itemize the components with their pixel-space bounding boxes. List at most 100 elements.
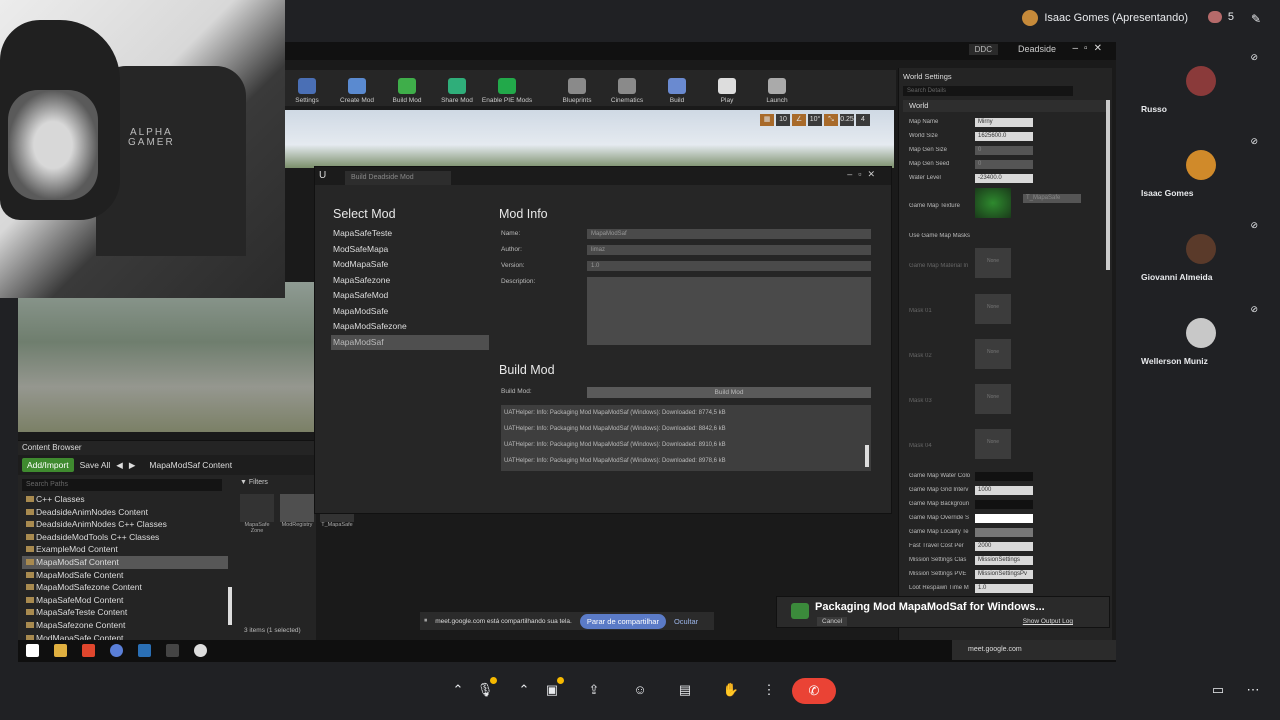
- mod-list-item[interactable]: MapaSafeMod: [331, 288, 489, 304]
- name-field[interactable]: MapaModSaf: [587, 229, 871, 239]
- folder-item[interactable]: MapaSafezone Content: [22, 619, 228, 632]
- filters-button[interactable]: ▼ Filters: [240, 479, 316, 486]
- folder-item[interactable]: MapaModSafezone Content: [22, 581, 228, 594]
- mod-list-item[interactable]: MapaModSafe: [331, 304, 489, 320]
- chrome-tab-popup[interactable]: meet.google.com: [952, 640, 1116, 660]
- file-explorer-icon[interactable]: [54, 644, 67, 657]
- folder-item[interactable]: MapaSafeMod Content: [22, 594, 228, 607]
- mod-list-item[interactable]: MapaModSaf: [331, 334, 489, 350]
- mod-list-item[interactable]: MapaSafeTeste: [331, 226, 489, 242]
- mod-list-item[interactable]: ModMapaSafe: [331, 257, 489, 273]
- asset-tile[interactable]: ModRegistry: [280, 494, 314, 534]
- brave-browser-icon[interactable]: [82, 644, 95, 657]
- ws-property-value[interactable]: 1625600.0: [975, 131, 1033, 141]
- toolbar-share-mod-button[interactable]: Share Mod: [434, 70, 480, 106]
- world-settings-tab[interactable]: World Settings: [903, 72, 952, 81]
- version-field[interactable]: 1.0: [587, 261, 871, 271]
- camera-speed-value[interactable]: 4: [856, 114, 870, 126]
- save-all-button[interactable]: Save All: [80, 460, 111, 470]
- ws-property-value[interactable]: [975, 499, 1033, 509]
- folder-item[interactable]: MapaSafeTeste Content: [22, 606, 228, 619]
- grid-value[interactable]: 10: [776, 114, 790, 126]
- stop-sharing-button[interactable]: Parar de compartilhar: [579, 613, 666, 629]
- emoji-icon[interactable]: ☺: [628, 678, 652, 702]
- path-search-input[interactable]: Search Paths: [22, 479, 222, 491]
- ws-property-value[interactable]: -23400.0: [975, 173, 1033, 183]
- toolbar-launch-button[interactable]: Launch: [754, 70, 800, 106]
- add-import-button[interactable]: Add/Import: [22, 458, 74, 472]
- chrome-icon[interactable]: [110, 644, 123, 657]
- scale-value[interactable]: 0.25: [840, 114, 854, 126]
- ddc-indicator[interactable]: DDC: [968, 44, 998, 55]
- angle-value[interactable]: 10°: [808, 114, 822, 126]
- camera-options-icon[interactable]: ⌃: [512, 678, 536, 702]
- grid-snap-icon[interactable]: ▦: [760, 114, 774, 126]
- windows-start-icon[interactable]: [26, 644, 39, 657]
- camera-icon[interactable]: ▣: [540, 677, 564, 702]
- ws-texture-value[interactable]: T_MapaSafe: [1023, 193, 1081, 203]
- participant-count[interactable]: 5: [1207, 11, 1234, 23]
- toolbar-settings-button[interactable]: Settings: [284, 70, 330, 106]
- scale-snap-icon[interactable]: ⤡: [824, 114, 838, 126]
- participant-tile[interactable]: Giovanni Almeida ⊘: [1130, 216, 1270, 296]
- project-tab[interactable]: Deadside: [1018, 44, 1056, 54]
- apps-grid-icon[interactable]: ⋯: [1241, 678, 1265, 702]
- log-scrollbar[interactable]: [865, 445, 869, 467]
- show-output-log-link[interactable]: Show Output Log: [1023, 618, 1073, 625]
- details-search-input[interactable]: Search Details: [903, 86, 1073, 96]
- participant-tile[interactable]: Russo ⊘: [1130, 48, 1270, 128]
- mod-list-item[interactable]: MapaModSafezone: [331, 319, 489, 335]
- toolbar-blueprints-button[interactable]: Blueprints: [554, 70, 600, 106]
- ws-property-value[interactable]: [975, 513, 1033, 523]
- folder-item[interactable]: DeadsideAnimNodes Content: [22, 506, 228, 519]
- mod-list-item[interactable]: ModSafeMapa: [331, 242, 489, 258]
- presenter-chip[interactable]: Isaac Gomes (Apresentando): [1022, 10, 1188, 26]
- ws-property-value[interactable]: [975, 471, 1033, 481]
- folder-item[interactable]: MapaModSaf Content: [22, 555, 228, 569]
- forward-icon[interactable]: ▶: [129, 460, 136, 471]
- toolbar-create-mod-button[interactable]: Create Mod: [334, 70, 380, 106]
- mod-list-item[interactable]: MapaSafezone: [331, 273, 489, 289]
- raise-hand-icon[interactable]: ✋: [719, 678, 743, 702]
- build-mod-button[interactable]: Build Mod: [587, 387, 871, 398]
- present-screen-icon[interactable]: ⇪: [582, 678, 606, 702]
- folder-item[interactable]: ExampleMod Content: [22, 543, 228, 556]
- ws-property-value[interactable]: 0: [975, 159, 1033, 169]
- current-path[interactable]: MapaModSaf Content: [149, 460, 232, 470]
- ws-property-value[interactable]: MissionSettingsPv: [975, 569, 1033, 579]
- dialog-tab[interactable]: Build Deadside Mod: [345, 171, 451, 185]
- toolbar-build-mod-button[interactable]: Build Mod: [384, 70, 430, 106]
- end-call-button[interactable]: ✆: [792, 678, 836, 704]
- hide-notice-link[interactable]: Ocultar: [674, 617, 698, 626]
- dialog-window-controls[interactable]: –▫✕: [847, 169, 881, 180]
- toolbar-build-button[interactable]: Build: [654, 70, 700, 106]
- back-icon[interactable]: ◀: [116, 460, 123, 471]
- ws-property-value[interactable]: 0: [975, 145, 1033, 155]
- author-field[interactable]: limaz: [587, 245, 871, 255]
- participant-tile[interactable]: Isaac Gomes ⊘: [1130, 132, 1270, 212]
- folder-item[interactable]: DeadsideModTools C++ Classes: [22, 531, 228, 544]
- ws-property-value[interactable]: Mirny: [975, 117, 1033, 127]
- chat-icon[interactable]: ▭: [1206, 678, 1230, 702]
- ws-property-value[interactable]: 1000: [975, 485, 1033, 495]
- window-controls[interactable]: –▫✕: [1073, 43, 1109, 54]
- folder-item[interactable]: C++ Classes: [22, 493, 228, 506]
- ws-property-value[interactable]: 2000: [975, 541, 1033, 551]
- mic-options-icon[interactable]: ⌃: [446, 678, 470, 702]
- toolbar-play-button[interactable]: Play: [704, 70, 750, 106]
- map-texture-thumbnail[interactable]: [975, 188, 1011, 218]
- participant-tile[interactable]: Wellerson Muniz ⊘: [1130, 300, 1270, 380]
- terminal-icon[interactable]: [166, 644, 179, 657]
- captions-icon[interactable]: ▤: [673, 678, 697, 702]
- folder-item[interactable]: MapaModSafe Content: [22, 569, 228, 582]
- angle-snap-icon[interactable]: ∠: [792, 114, 806, 126]
- content-browser-tab[interactable]: Content Browser: [22, 443, 82, 452]
- pen-icon[interactable]: ✎: [1248, 11, 1264, 27]
- unreal-editor-icon[interactable]: [194, 644, 207, 657]
- tree-scrollbar[interactable]: [228, 587, 232, 625]
- toolbar-enable-pie-mods-button[interactable]: Enable PIE Mods: [482, 70, 532, 106]
- description-field[interactable]: [587, 277, 871, 345]
- microphone-icon[interactable]: 🎙: [473, 677, 497, 702]
- more-options-icon[interactable]: ⋮: [757, 678, 781, 702]
- asset-tile[interactable]: MapaSafe Zone: [240, 494, 274, 534]
